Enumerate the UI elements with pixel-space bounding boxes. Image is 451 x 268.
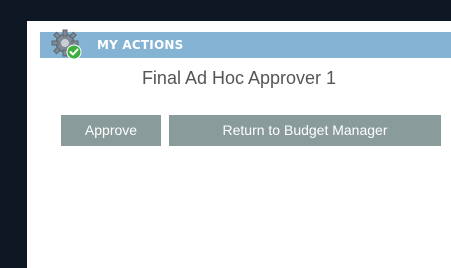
approver-role-label: Final Ad Hoc Approver 1 [141,68,337,88]
gear-check-icon [50,28,84,62]
panel-header: MY ACTIONS [40,29,451,60]
return-to-budget-manager-button[interactable]: Return to Budget Manager [169,115,441,146]
my-actions-panel: MY ACTIONS Final Ad Hoc Approver 1 Appro… [27,21,451,268]
panel-title: MY ACTIONS [97,38,184,52]
approve-button[interactable]: Approve [61,115,161,146]
